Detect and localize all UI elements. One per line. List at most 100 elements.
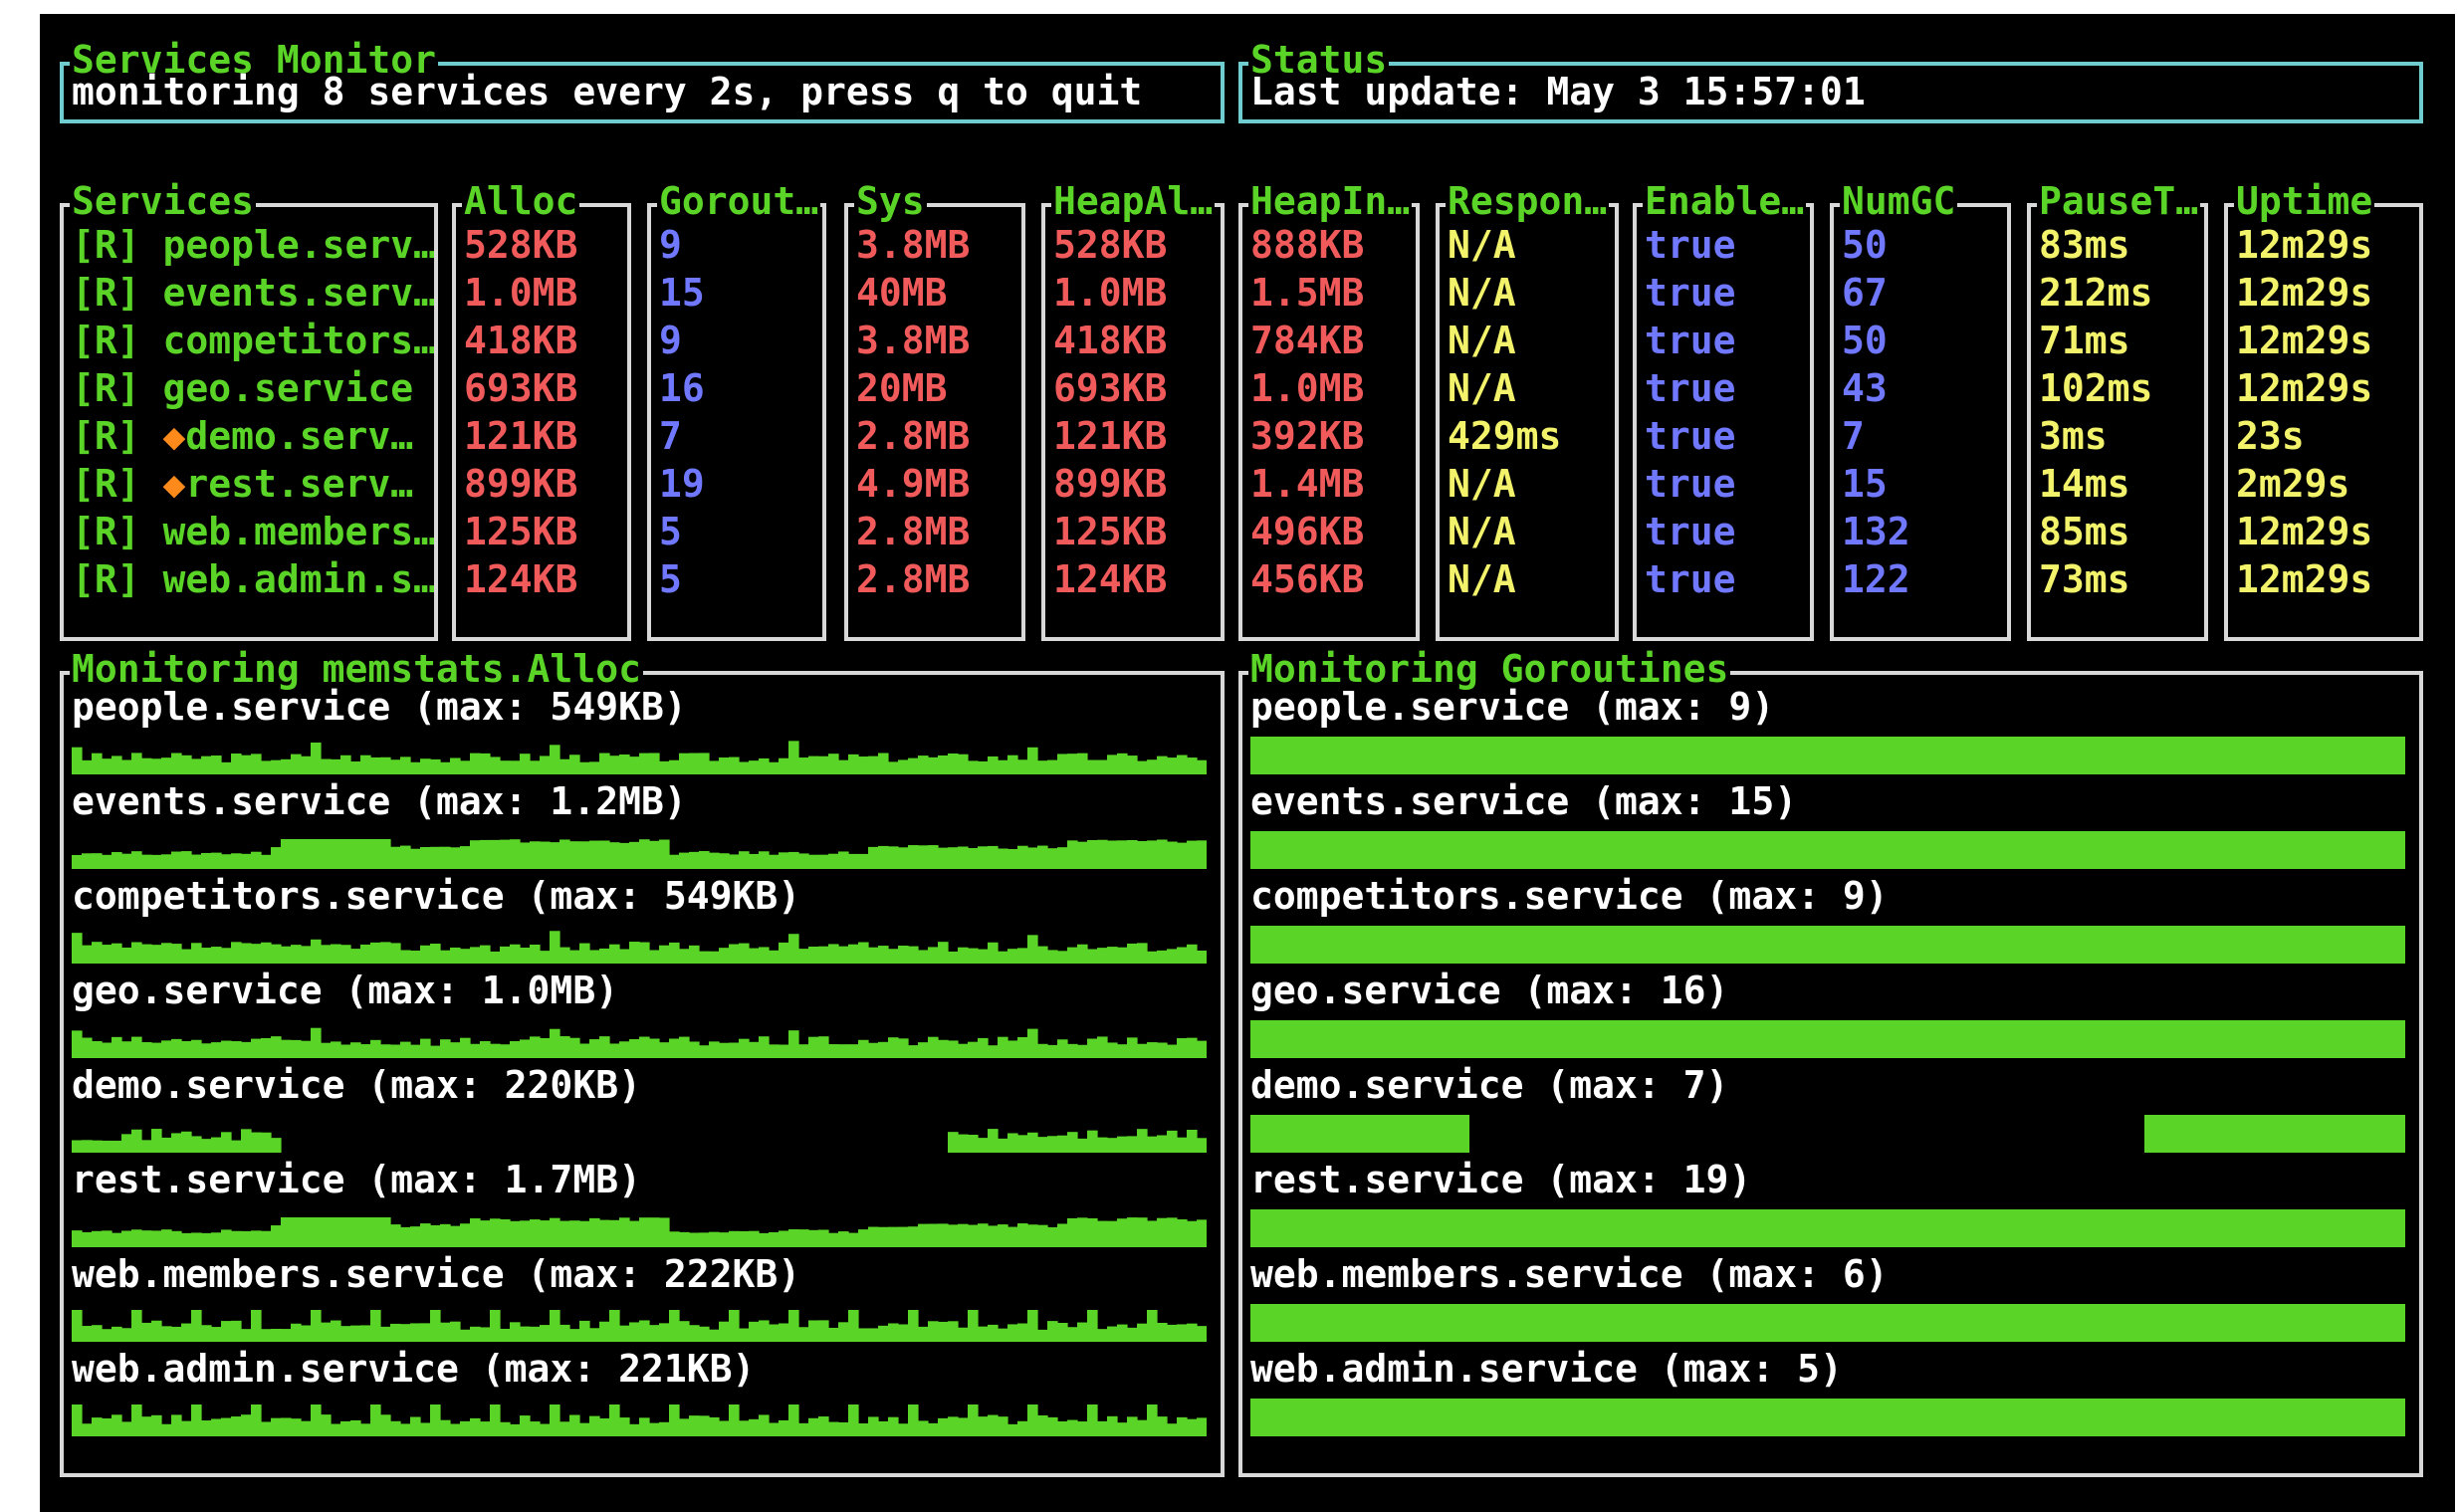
alloc-sparkline-bar [211,1137,222,1153]
alloc-sparkline-bar [709,1416,720,1436]
alloc-sparkline-label: web.admin.service (max: 221KB) [72,1347,756,1391]
alloc-sparkline-bar [271,1036,282,1058]
alloc-sparkline-bar [191,758,202,774]
alloc-sparkline-label: competitors.service (max: 549KB) [72,874,801,918]
alloc-sparkline-bar [729,944,740,964]
alloc-sparkline-bar [112,1232,122,1247]
alloc-sparkline-bar [958,1417,969,1436]
alloc-sparkline-bar [649,1422,660,1436]
cell-numgc: 132 [1842,510,1910,553]
alloc-sparkline-bar [380,942,391,964]
alloc-sparkline-bar [779,1230,789,1247]
alloc-sparkline-bar [540,951,551,964]
alloc-sparkline-bar [231,1230,242,1247]
alloc-sparkline-bar [530,1219,541,1247]
alloc-sparkline-bar [181,1040,192,1058]
alloc-sparkline-bar [759,757,770,774]
alloc-sparkline-bar [569,1414,580,1436]
alloc-sparkline-bar [818,756,829,774]
cell-goroutines: 9 [659,223,682,267]
alloc-sparkline-bar [1157,1322,1168,1342]
alloc-sparkline-bar [1107,947,1118,964]
alloc-sparkline-bar [131,851,142,869]
alloc-sparkline-bar [92,942,103,964]
alloc-sparkline-bar [331,1041,341,1058]
alloc-sparkline-bar [1187,840,1198,869]
alloc-sparkline-bar [669,942,680,964]
alloc-sparkline-bar [878,753,889,774]
goroutine-bar [2144,1115,2405,1153]
alloc-sparkline-bar [530,1036,541,1058]
alloc-sparkline-bar [1127,1327,1138,1342]
alloc-sparkline-bar [918,1223,929,1247]
alloc-sparkline-bar [1197,1219,1207,1247]
service-row[interactable]: [R] people.serv… [72,221,434,269]
service-row[interactable]: [R] ◆demo.serv… [72,412,434,460]
alloc-sparkline [72,931,1207,964]
alloc-sparkline-bar [998,951,1008,964]
cell-numgc: 43 [1842,366,1888,410]
alloc-sparkline-bar [450,1321,461,1342]
alloc-sparkline-bar [858,1229,869,1247]
alloc-sparkline-bar [928,1422,939,1436]
alloc-sparkline-bar [161,757,172,774]
alloc-sparkline-bar [121,947,132,964]
alloc-sparkline-bar [241,755,252,774]
alloc-sparkline-bar [271,1138,282,1153]
alloc-sparkline-bar [121,1230,132,1247]
alloc-sparkline-bar [251,1038,262,1058]
alloc-sparkline-bar [1097,1036,1108,1058]
alloc-sparkline-bar [908,1310,919,1342]
alloc-sparkline-bar [928,756,939,774]
alloc-sparkline-label: rest.service (max: 1.7MB) [72,1158,641,1201]
alloc-sparkline-bar [958,1043,969,1058]
alloc-sparkline-bar [430,1404,441,1436]
goroutine-bar [1250,1399,2405,1436]
alloc-sparkline-bar [350,839,361,869]
alloc-sparkline-bar [579,761,590,774]
alloc-sparkline-bar [749,853,760,869]
alloc-sparkline-bar [729,854,740,869]
cell-enabled: true [1645,510,1736,553]
alloc-sparkline-bar [400,1324,411,1342]
service-row[interactable]: [R] competitors… [72,317,434,364]
cell-alloc: 693KB [464,366,578,410]
alloc-sparkline-bar [958,1327,969,1342]
cell-heapinuse: 1.4MB [1250,462,1365,506]
alloc-sparkline-bar [759,1320,770,1342]
alloc-sparkline-bar [998,1224,1008,1247]
alloc-sparkline-bar [112,1036,122,1058]
alloc-sparkline-bar [788,934,799,964]
alloc-sparkline-bar [888,846,899,869]
header-subtitle: monitoring 8 services every 2s, press q … [72,70,1143,113]
goroutine-monitor-panel: Monitoring Goroutines people.service (ma… [1238,645,2423,1477]
service-row[interactable]: [R] geo.service [72,364,434,412]
service-row[interactable]: [R] web.members… [72,508,434,555]
alloc-sparkline-bar [550,1404,560,1436]
alloc-sparkline-bar [241,853,252,869]
alloc-sparkline-bar [1107,1042,1118,1058]
alloc-sparkline-bar [579,1220,590,1247]
alloc-sparkline [72,1027,1207,1058]
alloc-sparkline-bar [798,1422,809,1436]
alloc-sparkline-bar [609,1404,620,1436]
alloc-sparkline-bar [241,943,252,964]
alloc-sparkline-bar [420,758,431,774]
alloc-sparkline-bar [719,1420,730,1436]
alloc-sparkline-bar [828,1044,839,1058]
alloc-sparkline-bar [271,759,282,774]
alloc-sparkline-bar [520,948,531,964]
alloc-sparkline-bar [759,947,770,964]
service-row[interactable]: [R] events.serv… [72,269,434,317]
alloc-sparkline-bar [1117,1324,1128,1342]
alloc-sparkline-bar [808,1320,819,1342]
alloc-sparkline-bar [669,854,680,869]
alloc-sparkline-bar [689,1415,700,1436]
service-row[interactable]: [R] web.admin.s… [72,555,434,603]
alloc-sparkline-bar [331,1320,341,1342]
cell-pause: 73ms [2039,557,2130,601]
alloc-sparkline-bar [131,942,142,964]
service-row[interactable]: [R] ◆rest.serv… [72,460,434,508]
alloc-sparkline-bar [649,1325,660,1342]
alloc-sparkline-bar [798,1044,809,1058]
